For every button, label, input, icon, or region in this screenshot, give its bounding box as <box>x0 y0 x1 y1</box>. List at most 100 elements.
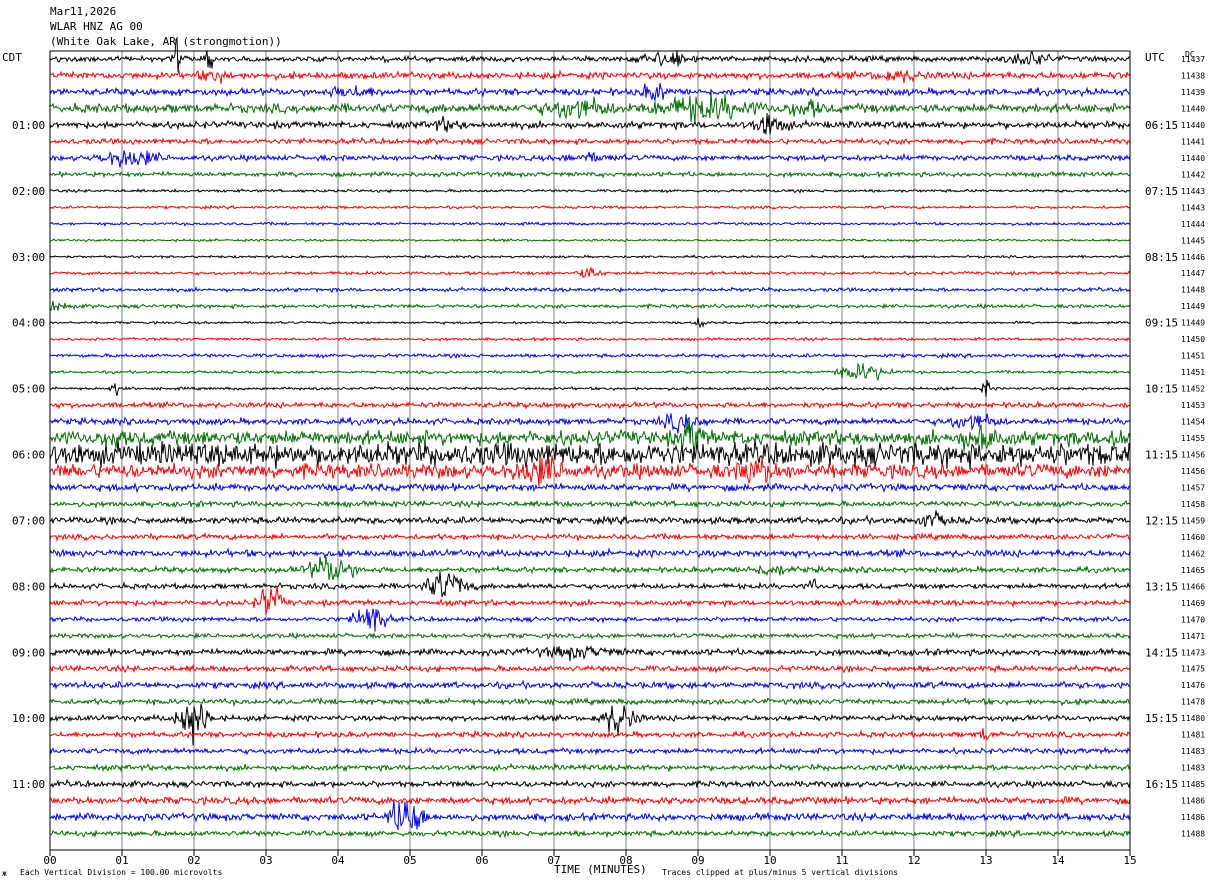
dc-offset-label: 11469 <box>1181 599 1205 608</box>
left-hour-label: 08:00 <box>12 580 45 593</box>
division-note: Each Vertical Division = 100.00 microvol… <box>20 868 222 877</box>
dc-offset-label: 11445 <box>1181 236 1205 245</box>
dc-offset-label: 11471 <box>1181 632 1205 641</box>
trace-row-11 <box>49 237 1131 243</box>
trace-layer <box>49 36 1131 839</box>
left-axis-label: CDT <box>2 51 22 64</box>
dc-offset-label: 11454 <box>1181 418 1205 427</box>
trace-row-16 <box>49 317 1131 329</box>
trace-row-4 <box>49 113 1131 135</box>
trace-row-14 <box>49 285 1131 294</box>
dc-offset-label: 11462 <box>1181 549 1205 558</box>
trace-row-6 <box>49 150 1131 168</box>
left-hour-label: 04:00 <box>12 317 45 330</box>
trace-row-32 <box>49 571 1131 598</box>
trace-row-22 <box>50 412 1131 434</box>
trace-row-40 <box>49 703 1131 746</box>
trace-row-38 <box>49 679 1131 692</box>
x-tick-label: 04 <box>331 854 345 867</box>
trace-row-10 <box>49 221 1131 227</box>
right-axis-label: UTC <box>1145 51 1165 64</box>
x-tick-label: 06 <box>475 854 488 867</box>
dc-offset-label: 11453 <box>1181 401 1205 410</box>
trace-row-44 <box>49 778 1131 790</box>
dc-offset-label: 11446 <box>1181 253 1205 262</box>
left-hour-label: 05:00 <box>12 383 45 396</box>
trace-row-12 <box>49 254 1131 260</box>
trace-row-1 <box>49 69 1131 84</box>
dc-offset-label: 11441 <box>1181 137 1205 146</box>
x-tick-label: 10 <box>763 854 776 867</box>
trace-row-3 <box>49 90 1131 123</box>
trace-row-29 <box>49 532 1131 543</box>
dc-offset-label: 11440 <box>1181 154 1205 163</box>
right-hour-label: 11:15 <box>1145 449 1178 462</box>
trace-row-2 <box>49 82 1131 102</box>
trace-row-21 <box>49 399 1131 410</box>
dc-offset-label: 11450 <box>1181 335 1205 344</box>
trace-row-26 <box>49 481 1131 494</box>
trace-row-33 <box>49 586 1131 616</box>
dc-offset-label: 11457 <box>1181 483 1205 492</box>
dc-offset-label: 11458 <box>1181 500 1205 509</box>
trace-row-41 <box>49 728 1131 741</box>
dc-offset-label: 11439 <box>1181 88 1205 97</box>
dc-offset-label: 11476 <box>1181 681 1205 690</box>
left-hour-label: 06:00 <box>12 449 45 462</box>
x-tick-label: 05 <box>403 854 416 867</box>
dc-offset-label: 11465 <box>1181 566 1205 575</box>
dc-offset-label: 11466 <box>1181 582 1205 591</box>
trace-row-34 <box>49 608 1131 632</box>
trace-row-5 <box>49 136 1131 147</box>
trace-row-19 <box>49 362 1131 382</box>
dc-offset-label: 11483 <box>1181 747 1205 756</box>
dc-offset-label: 11456 <box>1181 451 1205 460</box>
left-hour-label: 03:00 <box>12 251 45 264</box>
trace-row-15 <box>49 300 1131 312</box>
right-hour-label: 14:15 <box>1145 646 1178 659</box>
right-hour-label: 13:15 <box>1145 580 1178 593</box>
trace-row-45 <box>49 794 1131 807</box>
right-hour-label: 08:15 <box>1145 251 1178 264</box>
clip-note: Traces clipped at plus/minus 5 vertical … <box>662 868 898 877</box>
x-tick-label: 12 <box>907 854 920 867</box>
left-hour-label: 02:00 <box>12 185 45 198</box>
x-tick-label: 15 <box>1123 854 1136 867</box>
dc-offset-label: 11444 <box>1181 220 1205 229</box>
corner-mark: ж <box>2 869 7 878</box>
dc-offset-label: 11481 <box>1181 731 1205 740</box>
left-hour-label: 10:00 <box>12 712 45 725</box>
x-tick-label: 09 <box>691 854 704 867</box>
left-hour-label: 09:00 <box>12 646 45 659</box>
dc-offset-label: 11478 <box>1181 698 1205 707</box>
header-date: Mar11,2026 <box>50 5 116 18</box>
right-hour-label: 16:15 <box>1145 778 1178 791</box>
trace-row-42 <box>49 746 1131 757</box>
dc-offset-label: 11451 <box>1181 368 1205 377</box>
trace-row-24 <box>49 439 1131 470</box>
right-hour-label: 07:15 <box>1145 185 1178 198</box>
dc-offset-label: 11486 <box>1181 797 1205 806</box>
dc-offset-label: 11470 <box>1181 615 1205 624</box>
x-tick-label: 03 <box>259 854 272 867</box>
trace-row-17 <box>49 336 1131 342</box>
dc-offset-label: 11456 <box>1181 467 1205 476</box>
dc-offset-label: 11449 <box>1181 319 1205 328</box>
trace-row-18 <box>49 351 1131 360</box>
dc-offset-labels: 11437 11438 11439 11440 11440 11441 11440 11442… <box>1181 55 1205 839</box>
dc-offset-label: 11475 <box>1181 665 1205 674</box>
dc-offset-label: 11455 <box>1181 434 1205 443</box>
dc-offset-label: 11460 <box>1181 533 1205 542</box>
dc-offset-label: 11451 <box>1181 352 1205 361</box>
dc-offset-label: 11437 <box>1181 55 1205 64</box>
dc-offset-label: 11449 <box>1181 302 1205 311</box>
dc-offset-label: 11483 <box>1181 764 1205 773</box>
trace-row-47 <box>49 828 1131 839</box>
trace-row-9 <box>49 204 1131 211</box>
right-hour-label: 15:15 <box>1145 712 1178 725</box>
x-tick-label: 01 <box>115 854 128 867</box>
x-tick-label: 02 <box>187 854 200 867</box>
left-hour-label: 01:00 <box>12 119 45 132</box>
left-hour-label: 07:00 <box>12 514 45 527</box>
right-hour-label: 06:15 <box>1145 119 1178 132</box>
